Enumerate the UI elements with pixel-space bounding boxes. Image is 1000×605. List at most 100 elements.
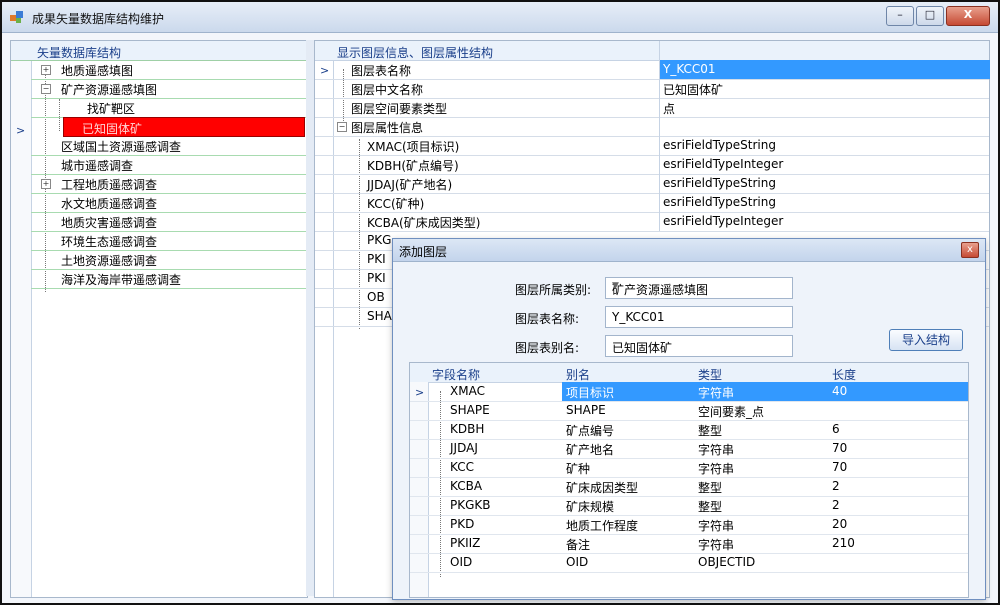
table-name-input[interactable]: Y_KCC01 (605, 306, 793, 328)
collapse-icon[interactable]: − (337, 122, 347, 132)
collapse-icon[interactable]: − (41, 84, 51, 94)
property-value: esriFieldTypeString (663, 138, 776, 152)
property-name: XMAC(项目标识) (367, 140, 460, 154)
field-row[interactable]: JJDAJ 矿产地名 字符串 70 (410, 439, 968, 459)
selection-highlight (562, 382, 968, 401)
import-structure-button[interactable]: 导入结构 (889, 329, 963, 351)
property-row[interactable]: 图层表名称 Y_KCC01 (315, 60, 990, 80)
tree-item-engineering-geology[interactable]: + 工程地质遥感调查 (31, 174, 307, 194)
tree-item-label: 找矿靶区 (87, 102, 136, 116)
column-header-type[interactable]: 类型 (698, 366, 722, 383)
property-value: 点 (663, 102, 676, 116)
field-name: XMAC (450, 384, 485, 398)
close-button[interactable]: X (946, 6, 990, 26)
tree-item-label: 环境生态遥感调查 (61, 235, 158, 249)
tree-item-known-solid-mine[interactable]: 已知固体矿 (63, 117, 305, 137)
tree-item-label: 城市遥感调查 (61, 159, 134, 173)
field-name: PKGKB (450, 498, 491, 512)
tree-header-label: 矢量数据库结构 (37, 46, 122, 60)
field-type: 字符串 (698, 443, 735, 457)
field-type: 整型 (698, 424, 723, 438)
field-name: OID (450, 555, 473, 569)
table-name-value: Y_KCC01 (612, 310, 665, 324)
property-row[interactable]: KCBA(矿床成因类型) esriFieldTypeInteger (315, 212, 989, 232)
tree-item-ecology[interactable]: 环境生态遥感调查 (31, 231, 307, 251)
property-value: 已知固体矿 (663, 83, 724, 97)
property-value-cell[interactable] (659, 117, 990, 136)
expand-icon[interactable]: + (41, 179, 51, 189)
tree-item-label: 土地资源遥感调查 (61, 254, 158, 268)
field-name: KDBH (450, 422, 485, 436)
minimize-button[interactable]: – (886, 6, 914, 26)
column-header-alias[interactable]: 别名 (566, 366, 590, 383)
column-header-field[interactable]: 字段名称 (432, 366, 480, 383)
tree-item-geology-mapping[interactable]: + 地质遥感填图 (31, 60, 307, 80)
tree-item-land-resources[interactable]: 土地资源遥感调查 (31, 250, 307, 270)
field-alias: OID (566, 555, 589, 569)
property-row[interactable]: 图层中文名称 已知固体矿 (315, 79, 989, 99)
field-name: KCBA (450, 479, 483, 493)
field-grid: 字段名称 别名 类型 长度 > XMAC 项目标识 字符串 40 SHAPE S… (409, 362, 969, 598)
table-name-label: 图层表名称: (515, 312, 580, 326)
field-row[interactable]: KDBH 矿点编号 整型 6 (410, 420, 968, 440)
field-grid-header: 字段名称 别名 类型 长度 (410, 363, 968, 383)
tree-item-label: 地质遥感填图 (61, 64, 134, 78)
property-row[interactable]: 图层空间要素类型 点 (315, 98, 989, 118)
field-length: 70 (832, 441, 848, 455)
field-row[interactable]: SHAPE SHAPE 空间要素_点 (410, 401, 968, 421)
property-value: esriFieldTypeInteger (663, 157, 784, 171)
tree-item-urban-survey[interactable]: 城市遥感调查 (31, 155, 307, 175)
property-row[interactable]: JJDAJ(矿产地名) esriFieldTypeString (315, 174, 989, 194)
field-row[interactable]: KCC 矿种 字符串 70 (410, 458, 968, 478)
row-pointer-icon: > (16, 124, 26, 137)
field-type: 整型 (698, 500, 723, 514)
field-alias: 项目标识 (566, 386, 615, 400)
property-row[interactable]: − 图层属性信息 (315, 117, 989, 137)
field-length: 40 (832, 384, 848, 398)
field-name: KCC (450, 460, 474, 474)
value-column-header (659, 41, 990, 60)
field-row[interactable]: OID OID OBJECTID (410, 553, 968, 573)
tree-item-coastal-survey[interactable]: 海洋及海岸带遥感调查 (31, 269, 307, 289)
tree-item-regional-survey[interactable]: 区域国土资源遥感调查 (31, 136, 307, 156)
app-icon (10, 11, 23, 23)
field-row[interactable]: KCBA 矿床成因类型 整型 2 (410, 477, 968, 497)
title-bar: 成果矢量数据库结构维护 – □ X (2, 2, 998, 33)
field-row[interactable]: XMAC 项目标识 字符串 40 (410, 382, 968, 402)
property-name: KDBH(矿点编号) (367, 159, 459, 173)
property-row[interactable]: KCC(矿种) esriFieldTypeString (315, 193, 989, 213)
alias-value: 已知固体矿 (612, 341, 673, 355)
tree-item-target-area[interactable]: 找矿靶区 (31, 98, 307, 118)
field-alias: 矿点编号 (566, 424, 615, 438)
category-select[interactable]: 矿产资源遥感填图 ▼ (605, 277, 793, 299)
tree-item-mineral-mapping[interactable]: − 矿产资源遥感填图 (31, 79, 307, 99)
field-type: 整型 (698, 481, 723, 495)
expand-icon[interactable]: + (41, 65, 51, 75)
dialog-close-button[interactable]: x (961, 242, 979, 258)
property-name: 图层表名称 (351, 64, 412, 78)
field-row[interactable]: PKIIZ 备注 字符串 210 (410, 534, 968, 554)
column-header-length[interactable]: 长度 (832, 366, 856, 383)
field-row[interactable]: PKGKB 矿床规模 整型 2 (410, 496, 968, 516)
field-length: 2 (832, 479, 840, 493)
alias-input[interactable]: 已知固体矿 (605, 335, 793, 357)
dropdown-arrow-icon: ▼ (612, 281, 619, 291)
property-name: 图层中文名称 (351, 83, 424, 97)
panel-splitter[interactable] (306, 40, 314, 596)
property-row[interactable]: KDBH(矿点编号) esriFieldTypeInteger (315, 155, 989, 175)
field-type: 空间要素_点 (698, 405, 765, 419)
maximize-button[interactable]: □ (916, 6, 944, 26)
property-name: SHA (367, 309, 392, 323)
tree-item-geohazard[interactable]: 地质灾害遥感调查 (31, 212, 307, 232)
tree-header: 矢量数据库结构 (11, 41, 307, 61)
field-alias: SHAPE (566, 403, 606, 417)
field-length: 6 (832, 422, 840, 436)
property-name: 图层空间要素类型 (351, 102, 448, 116)
field-type: OBJECTID (698, 555, 756, 569)
field-type: 字符串 (698, 538, 735, 552)
property-row[interactable]: XMAC(项目标识) esriFieldTypeString (315, 136, 989, 156)
field-row[interactable]: PKD 地质工作程度 字符串 20 (410, 515, 968, 535)
alias-label: 图层表别名: (515, 341, 580, 355)
property-value-cell[interactable] (659, 98, 990, 117)
tree-item-hydrogeology[interactable]: 水文地质遥感调查 (31, 193, 307, 213)
